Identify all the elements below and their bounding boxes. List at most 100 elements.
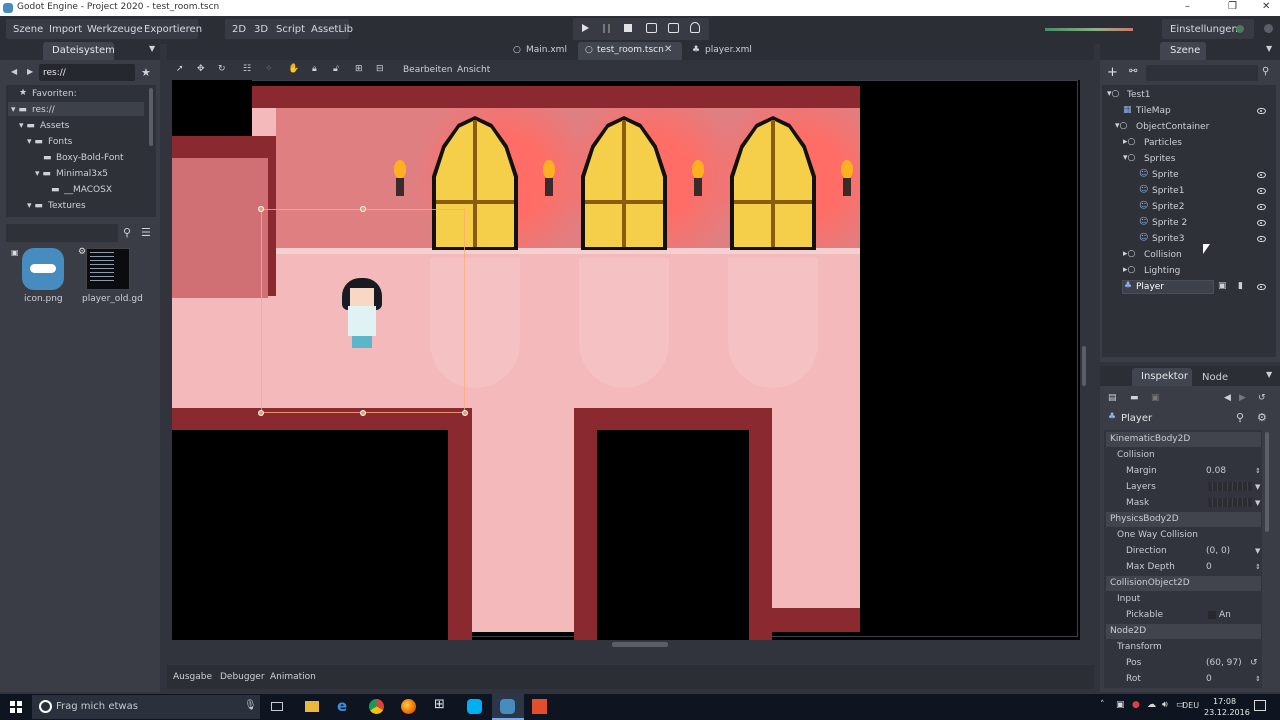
- move-tool-icon[interactable]: ✥: [197, 64, 205, 74]
- prop-rot-value[interactable]: 0: [1206, 671, 1212, 687]
- tree-macosx[interactable]: __MACOSX: [64, 185, 112, 195]
- back-icon[interactable]: ◀: [11, 67, 17, 76]
- history-back-icon[interactable]: ◀: [1224, 393, 1231, 403]
- section-collisionobject2d[interactable]: CollisionObject2D: [1106, 576, 1261, 591]
- open-folder-icon[interactable]: ▬: [1130, 393, 1139, 403]
- chrome-icon[interactable]: [369, 699, 384, 714]
- favorites-label[interactable]: Favoriten:: [32, 89, 77, 99]
- microphone-icon[interactable]: 🎙︎: [244, 700, 257, 711]
- menu-import[interactable]: Import: [49, 24, 82, 35]
- reset-icon[interactable]: ↺: [1250, 655, 1258, 671]
- visibility-eye-icon[interactable]: [1257, 188, 1266, 194]
- node-collision[interactable]: Collision: [1144, 250, 1182, 260]
- dropdown-icon[interactable]: ▼: [1255, 543, 1260, 559]
- player-group-icon[interactable]: ▮: [1238, 281, 1243, 291]
- scene-dock-menu-icon[interactable]: ▼: [1266, 44, 1272, 53]
- player-script-icon[interactable]: ▣: [1218, 281, 1227, 291]
- tree-res[interactable]: res://: [32, 105, 55, 115]
- dropdown-icon[interactable]: ▼: [1255, 479, 1260, 495]
- mode-assetlib[interactable]: AssetLib: [311, 24, 353, 35]
- add-node-icon[interactable]: +: [1107, 65, 1118, 80]
- canvas-viewport[interactable]: [172, 80, 1080, 640]
- spinner-icon[interactable]: ⇕: [1255, 671, 1261, 687]
- bottom-tab-output[interactable]: Ausgabe: [173, 672, 212, 682]
- visibility-eye-icon[interactable]: [1257, 220, 1266, 226]
- mode-3d[interactable]: 3D: [254, 24, 268, 35]
- close-button[interactable]: ✕: [1262, 1, 1270, 12]
- tray-app-icon[interactable]: ▣: [1116, 700, 1125, 710]
- file-name-icon-png[interactable]: icon.png: [24, 294, 63, 304]
- prop-mask-grid[interactable]: [1208, 498, 1252, 507]
- stop-icon[interactable]: [624, 24, 632, 32]
- lock-icon[interactable]: 🔒︎: [312, 64, 317, 74]
- section-node2d[interactable]: Node2D: [1106, 624, 1261, 639]
- task-view-icon[interactable]: [271, 702, 283, 711]
- rotate-tool-icon[interactable]: ↻: [218, 64, 226, 74]
- search-icon[interactable]: ⚲: [123, 226, 131, 239]
- node-sprite[interactable]: Sprite: [1152, 170, 1179, 180]
- node-sprite2[interactable]: Sprite2: [1152, 202, 1184, 212]
- visibility-eye-icon[interactable]: [1257, 284, 1266, 290]
- tray-onedrive-icon[interactable]: ☁: [1147, 700, 1156, 710]
- save-icon[interactable]: ▣: [1151, 393, 1160, 403]
- prop-layers-grid[interactable]: [1208, 482, 1252, 491]
- remote-debug-icon[interactable]: [690, 22, 700, 33]
- inspector-menu-icon[interactable]: ▼: [1266, 370, 1272, 379]
- node-test1[interactable]: Test1: [1127, 90, 1150, 100]
- node-sprites[interactable]: Sprites: [1144, 154, 1175, 164]
- forward-icon[interactable]: ▶: [27, 67, 33, 76]
- bottom-tab-debugger[interactable]: Debugger: [220, 672, 265, 682]
- scene-tab-test-room[interactable]: test_room.tscn: [597, 45, 664, 55]
- v-scrollbar[interactable]: [1082, 346, 1086, 386]
- minimize-button[interactable]: –: [1185, 1, 1190, 12]
- play-icon[interactable]: [582, 24, 589, 32]
- close-tab-icon[interactable]: ✕: [664, 44, 672, 55]
- selection-handle-tm[interactable]: [360, 206, 366, 212]
- selection-handle-br[interactable]: [462, 410, 468, 416]
- prop-pos-value[interactable]: (60, 97): [1206, 655, 1242, 671]
- mode-script[interactable]: Script: [276, 24, 305, 35]
- tree-minimal3x5[interactable]: Minimal3x5: [56, 169, 108, 179]
- tray-volume-icon[interactable]: 🔊︎: [1162, 700, 1168, 710]
- pivot-tool-icon[interactable]: ✧: [265, 64, 273, 74]
- section-physicsbody2d[interactable]: PhysicsBody2D: [1106, 512, 1261, 527]
- tab-node[interactable]: Node: [1202, 372, 1228, 383]
- pickable-checkbox[interactable]: [1208, 611, 1216, 619]
- node-sprite3[interactable]: Sprite3: [1152, 234, 1184, 244]
- node-objectcontainer[interactable]: ObjectContainer: [1136, 122, 1209, 132]
- node-sprite1[interactable]: Sprite1: [1152, 186, 1184, 196]
- file-explorer-icon[interactable]: [305, 701, 319, 712]
- store-icon[interactable]: ⊞: [434, 697, 445, 712]
- favorite-star-icon[interactable]: ★: [141, 66, 151, 79]
- selection-handle-bm[interactable]: [360, 410, 366, 416]
- group-input[interactable]: Input: [1117, 591, 1140, 607]
- tree-textures[interactable]: Textures: [48, 201, 86, 211]
- scene-search-icon[interactable]: ⚲: [1262, 66, 1269, 77]
- select-tool-icon[interactable]: ➚: [176, 64, 184, 74]
- prop-margin-value[interactable]: 0.08: [1206, 463, 1226, 479]
- node-player[interactable]: Player: [1136, 282, 1164, 292]
- list-select-icon[interactable]: ☷: [243, 64, 251, 74]
- dock-menu-icon[interactable]: ▼: [149, 44, 155, 53]
- history-forward-icon[interactable]: ▶: [1239, 393, 1246, 403]
- group-collision[interactable]: Collision: [1117, 447, 1155, 463]
- bottom-tab-animation[interactable]: Animation: [270, 672, 316, 682]
- skype-icon[interactable]: [467, 699, 482, 714]
- file-search-field[interactable]: [6, 224, 118, 242]
- node-particles[interactable]: Particles: [1144, 138, 1182, 148]
- clock-date[interactable]: 23.12.2016: [1204, 708, 1250, 717]
- menu-tools[interactable]: Werkzeuge: [87, 24, 143, 35]
- firefox-icon[interactable]: [401, 699, 416, 714]
- visibility-eye-icon[interactable]: [1257, 108, 1266, 114]
- dropdown-icon[interactable]: ▼: [1255, 495, 1260, 511]
- node-sprite-2[interactable]: Sprite 2: [1152, 218, 1187, 228]
- spinner-icon[interactable]: ⇕: [1255, 559, 1261, 575]
- prop-max-depth-value[interactable]: 0: [1206, 559, 1212, 575]
- edit-menu[interactable]: Bearbeiten: [403, 65, 452, 75]
- group-one-way-collision[interactable]: One Way Collision: [1117, 527, 1198, 543]
- prop-direction-value[interactable]: (0, 0): [1206, 543, 1230, 559]
- windows-start-icon[interactable]: [10, 701, 22, 713]
- section-kinematicbody2d[interactable]: KinematicBody2D: [1106, 432, 1261, 447]
- clock-time[interactable]: 17:08: [1213, 697, 1236, 706]
- visibility-eye-icon[interactable]: [1257, 204, 1266, 210]
